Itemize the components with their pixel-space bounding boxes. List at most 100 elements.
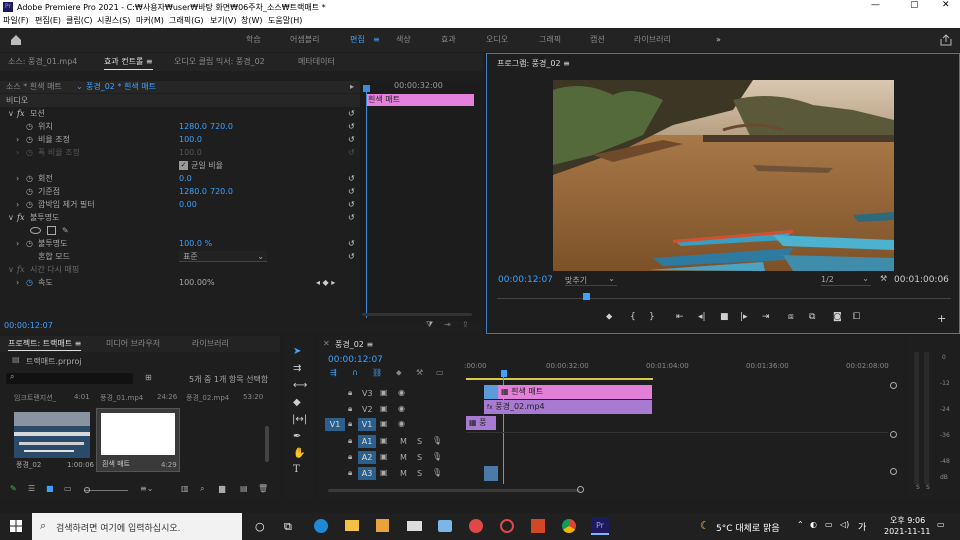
microphone-icon[interactable]: 🎙︎ — [432, 468, 442, 477]
automate-icon[interactable]: ▥ — [181, 484, 189, 493]
lock-icon[interactable]: 🔒︎ — [348, 404, 352, 414]
razor-icon[interactable]: ◆ — [293, 397, 301, 408]
mark-out-icon[interactable]: } — [649, 312, 655, 322]
go-to-in-icon[interactable]: ⇤ — [676, 312, 684, 322]
go-to-out-icon[interactable]: ⇥ — [762, 312, 770, 322]
filter-icon[interactable]: ⧩ — [426, 320, 433, 330]
list-view-icon[interactable]: ☰ — [28, 484, 35, 493]
clip-landscape-v2[interactable]: fx 풍경_02.mp4 — [484, 400, 652, 414]
clock-time[interactable]: 오후 9:06 — [890, 515, 925, 526]
position-y-value[interactable]: 720.0 — [210, 120, 233, 133]
uniform-checkbox[interactable]: ✓ — [179, 161, 188, 170]
step-forward-icon[interactable]: |▸ — [740, 312, 748, 322]
tab-media-browser[interactable]: 미디어 브라우저 — [106, 336, 160, 352]
camera-icon[interactable]: ◙ — [833, 312, 842, 322]
stopwatch-icon[interactable]: ◷ — [26, 237, 33, 250]
expand-icon[interactable]: › — [16, 133, 19, 146]
marker-icon[interactable]: ⬥ — [396, 368, 402, 378]
insert-icon[interactable]: ⧈ — [788, 312, 794, 322]
new-bin-icon[interactable]: ⊞ — [145, 373, 152, 382]
zoom-slider-handle[interactable] — [84, 487, 90, 493]
program-playhead[interactable] — [583, 293, 590, 300]
solo-button[interactable]: S — [417, 469, 422, 478]
weather-text[interactable]: 5°C 대체로 맑음 — [716, 521, 780, 534]
stopwatch-icon[interactable]: ◷ — [26, 172, 33, 185]
expand-icon[interactable]: › — [16, 237, 19, 250]
keyframe-nav-icon[interactable]: ◂ ◆ ▸ — [316, 276, 335, 289]
tab-libraries[interactable]: 라이브러리 — [192, 336, 229, 352]
ime-indicator[interactable]: 가 — [858, 520, 866, 533]
expand-icon[interactable]: ∨ — [8, 107, 14, 120]
windows-start-icon[interactable] — [10, 520, 22, 532]
play-audio-icon[interactable]: ▸ — [350, 81, 354, 93]
tray-chevron-icon[interactable]: ⌃ — [797, 520, 804, 529]
program-scrub-bar[interactable] — [497, 298, 951, 299]
tab-effect-controls[interactable]: 효과 컨트롤 ≡ — [104, 55, 153, 70]
microphone-icon[interactable]: 🎙︎ — [432, 452, 442, 461]
track-name[interactable]: A3 — [358, 467, 376, 480]
timeline-zoom-handle[interactable] — [577, 486, 584, 493]
reset-icon[interactable]: ↺ — [348, 185, 355, 198]
v-scroll-handle[interactable] — [890, 468, 897, 475]
pen-mask-icon[interactable]: ✎ — [62, 224, 69, 237]
workspace-edit[interactable]: 편집 — [350, 28, 365, 52]
tab-audio-clip-mixer[interactable]: 오디오 클립 믹서: 풍경_02 — [174, 53, 265, 71]
maximize-button[interactable]: ▢ — [910, 0, 919, 10]
reset-icon[interactable]: ↺ — [348, 172, 355, 185]
speed-value[interactable]: 100.00% — [179, 276, 215, 289]
app-red-icon[interactable] — [469, 519, 483, 533]
microphone-icon[interactable]: 🎙︎ — [432, 436, 442, 445]
track-select-icon[interactable]: ⇉ — [293, 363, 301, 374]
reset-icon[interactable]: ↺ — [348, 211, 355, 224]
sort-icon[interactable]: ≡⌄ — [140, 484, 153, 493]
antiflicker-value[interactable]: 0.00 — [179, 198, 197, 211]
menu-edit[interactable]: 편집(E) — [35, 14, 61, 28]
anchor-y-value[interactable]: 720.0 — [210, 185, 233, 198]
share-icon[interactable] — [940, 34, 952, 46]
effect-current-time[interactable]: 00:00:12:07 — [4, 321, 53, 330]
menu-clip[interactable]: 클립(C) — [66, 14, 93, 28]
workspace-captions[interactable]: 캡션 — [590, 28, 605, 52]
sync-icon[interactable]: ▣ — [380, 419, 388, 428]
eye-icon[interactable]: ◉ — [398, 404, 405, 413]
overwrite-icon[interactable]: ⧉ — [809, 312, 815, 322]
expand-icon[interactable]: › — [16, 198, 19, 211]
workspace-edit-menu-icon[interactable]: ≡ — [373, 28, 380, 52]
project-item-row[interactable]: 임크트랜지션_ 4:01 풍경_01.mp4 24:26 풍경_02.mp4 5… — [14, 393, 263, 403]
menu-view[interactable]: 보기(V) — [210, 14, 236, 28]
solo-button[interactable]: S — [417, 453, 422, 462]
pencil-icon[interactable]: ✎ — [10, 484, 17, 493]
timeline-playhead-head[interactable] — [501, 370, 507, 377]
project-scrollbar[interactable] — [265, 426, 269, 462]
sync-icon[interactable]: ▣ — [380, 404, 388, 413]
network-icon[interactable]: ▭ — [825, 520, 833, 529]
clip-dropdown[interactable]: 풍경_02 * 흰색 매트 — [86, 81, 156, 93]
expand-icon[interactable]: › — [16, 146, 19, 159]
expand-icon[interactable]: ∨ — [8, 211, 14, 224]
lock-icon[interactable]: 🔒︎ — [348, 452, 352, 462]
sync-icon[interactable]: ▣ — [380, 436, 388, 445]
nest-icon[interactable]: ⇶ — [330, 368, 337, 377]
mute-button[interactable]: M — [400, 469, 407, 478]
timeline-ruler[interactable]: :00:00 00:00:32:00 00:01:04:00 00:01:36:… — [464, 360, 889, 382]
clip-dropdown-icon[interactable]: ⌄ — [76, 81, 83, 93]
opacity-value[interactable]: 100.0 % — [179, 237, 212, 250]
new-item-icon[interactable]: ▤ — [240, 484, 248, 493]
workspace-audio[interactable]: 오디오 — [486, 28, 508, 52]
stopwatch-icon[interactable]: ◷ — [26, 120, 33, 133]
track-name[interactable]: A2 — [358, 451, 376, 464]
timeline-timecode[interactable]: 00:00:12:07 — [328, 355, 383, 365]
task-view-icon[interactable]: ⧉ — [284, 520, 292, 534]
stopwatch-icon[interactable]: ◷ — [26, 276, 33, 289]
settings-wrench-icon[interactable]: ⚒ — [416, 368, 423, 377]
tray-app-icon[interactable]: ◐ — [810, 520, 817, 529]
mute-button[interactable]: M — [400, 453, 407, 462]
resolution-select[interactable]: 1/2 ⌄ — [821, 274, 871, 286]
mail-icon[interactable] — [407, 521, 422, 531]
mini-clip-matte[interactable]: 흰색 매트 — [366, 94, 474, 106]
solo-left-button[interactable]: S — [916, 484, 920, 491]
new-bin-icon[interactable]: ▆ — [219, 484, 225, 493]
expand-icon[interactable]: ∨ — [8, 263, 14, 276]
sync-icon[interactable]: ▣ — [380, 468, 388, 477]
wrench-icon[interactable]: ⚒ — [880, 274, 887, 283]
